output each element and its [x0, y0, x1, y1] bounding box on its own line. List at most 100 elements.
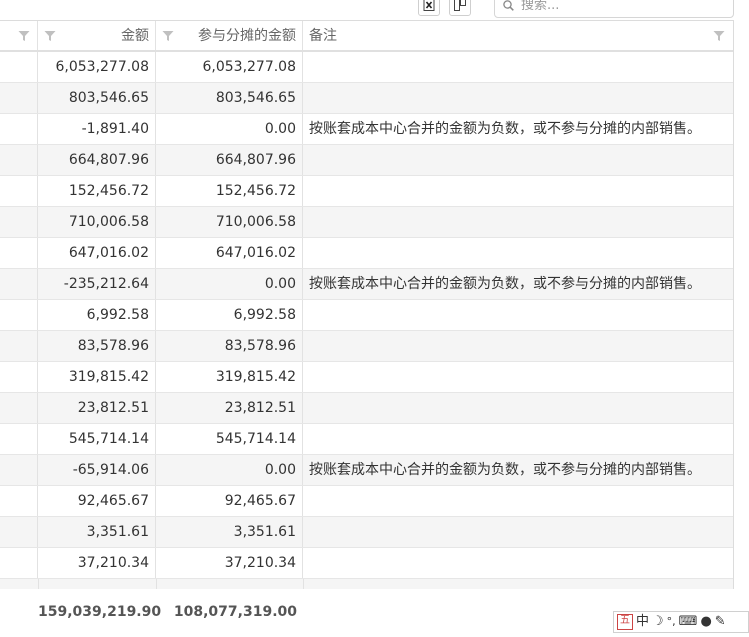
row-selector-cell[interactable] [0, 145, 38, 175]
row-selector-cell[interactable] [0, 207, 38, 237]
row-selector-cell[interactable] [0, 424, 38, 454]
cell-amount[interactable]: 647,016.02 [38, 238, 156, 268]
table-row[interactable]: 319,815.42 319,815.42 [0, 362, 733, 393]
row-selector-cell[interactable] [0, 269, 38, 299]
cell-amount[interactable]: 83,578.96 [38, 331, 156, 361]
row-selector-cell[interactable] [0, 486, 38, 516]
table-row[interactable]: 3,351.61 3,351.61 [0, 517, 733, 548]
cell-remark[interactable] [303, 207, 733, 237]
row-selector-cell[interactable] [0, 362, 38, 392]
row-selector-cell[interactable] [0, 455, 38, 485]
table-row[interactable]: 152,456.72 152,456.72 [0, 176, 733, 207]
table-row[interactable]: 664,807.96 664,807.96 [0, 145, 733, 176]
cell-allocated-amount[interactable]: 152,456.72 [156, 176, 303, 206]
moon-icon[interactable]: ☽ [652, 613, 664, 631]
cell-allocated-amount[interactable]: 92,465.67 [156, 486, 303, 516]
cell-allocated-amount[interactable]: 0.00 [156, 269, 303, 299]
table-row[interactable]: 6,992.58 6,992.58 [0, 300, 733, 331]
cell-remark[interactable] [303, 548, 733, 578]
table-row[interactable]: -235,212.64 0.00 按账套成本中心合并的金额为负数，或不参与分摊的内部… [0, 269, 733, 300]
row-selector-cell[interactable] [0, 548, 38, 578]
cell-amount[interactable]: 803,546.65 [38, 83, 156, 113]
cell-remark[interactable] [303, 424, 733, 454]
cell-amount[interactable]: 6,992.58 [38, 300, 156, 330]
cell-allocated-amount[interactable]: 319,815.42 [156, 362, 303, 392]
filter-icon[interactable] [44, 30, 56, 42]
punctuation-icon[interactable]: °, [667, 613, 676, 631]
cell-allocated-amount[interactable]: 664,807.96 [156, 145, 303, 175]
row-selector-cell[interactable] [0, 331, 38, 361]
cell-allocated-amount[interactable]: 6,992.58 [156, 300, 303, 330]
cell-allocated-amount[interactable]: 803,546.65 [156, 83, 303, 113]
ime-mode[interactable]: 中 [636, 613, 649, 631]
cell-allocated-amount[interactable]: 0.00 [156, 455, 303, 485]
cell-remark[interactable] [303, 517, 733, 547]
cell-amount[interactable]: -235,212.64 [38, 269, 156, 299]
cell-remark[interactable]: 按账套成本中心合并的金额为负数，或不参与分摊的内部销售。 [303, 455, 733, 485]
column-chooser-button[interactable] [449, 0, 471, 16]
cell-allocated-amount[interactable]: 647,016.02 [156, 238, 303, 268]
wrench-icon[interactable]: ✎ [715, 613, 726, 631]
keyboard-icon[interactable]: ⌨ [679, 613, 698, 631]
ime-toolbar[interactable]: 五 中 ☽ °, ⌨ ● ✎ [613, 611, 749, 633]
cell-amount[interactable]: 664,807.96 [38, 145, 156, 175]
cell-amount[interactable]: -1,891.40 [38, 114, 156, 144]
table-row[interactable]: 545,714.14 545,714.14 [0, 424, 733, 455]
row-selector-cell[interactable] [0, 83, 38, 113]
cell-amount[interactable]: 152,456.72 [38, 176, 156, 206]
cell-amount[interactable]: 319,815.42 [38, 362, 156, 392]
cell-amount[interactable]: -65,914.06 [38, 455, 156, 485]
filter-icon[interactable] [713, 30, 725, 42]
table-row[interactable]: 37,210.34 37,210.34 [0, 548, 733, 579]
filter-icon[interactable] [162, 30, 174, 42]
cell-allocated-amount[interactable]: 710,006.58 [156, 207, 303, 237]
table-row[interactable]: -65,914.06 0.00 按账套成本中心合并的金额为负数，或不参与分摊的内部销… [0, 455, 733, 486]
cell-remark[interactable] [303, 176, 733, 206]
row-selector-cell[interactable] [0, 300, 38, 330]
cell-remark[interactable] [303, 362, 733, 392]
cell-remark[interactable] [303, 300, 733, 330]
row-selector-cell[interactable] [0, 238, 38, 268]
cell-amount[interactable]: 3,351.61 [38, 517, 156, 547]
user-icon[interactable]: ● [700, 613, 711, 631]
cell-amount[interactable]: 37,210.34 [38, 548, 156, 578]
table-row[interactable]: -1,891.40 0.00 按账套成本中心合并的金额为负数，或不参与分摊的内部销售… [0, 114, 733, 145]
cell-remark[interactable]: 按账套成本中心合并的金额为负数，或不参与分摊的内部销售。 [303, 114, 733, 144]
header-cell-allocated[interactable]: 参与分摊的金额 [156, 21, 303, 50]
table-row[interactable]: 92,465.67 92,465.67 [0, 486, 733, 517]
cell-remark[interactable] [303, 52, 733, 82]
search-box[interactable] [494, 0, 734, 18]
cell-allocated-amount[interactable]: 3,351.61 [156, 517, 303, 547]
cell-allocated-amount[interactable]: 23,812.51 [156, 393, 303, 423]
cell-amount[interactable]: 6,053,277.08 [38, 52, 156, 82]
cell-allocated-amount[interactable]: 0.00 [156, 114, 303, 144]
row-selector-cell[interactable] [0, 517, 38, 547]
cell-remark[interactable] [303, 238, 733, 268]
filter-icon[interactable] [18, 30, 30, 42]
search-input[interactable] [519, 0, 723, 15]
export-excel-button[interactable] [418, 0, 440, 16]
row-selector-cell[interactable] [0, 114, 38, 144]
row-selector-cell[interactable] [0, 52, 38, 82]
cell-remark[interactable] [303, 145, 733, 175]
cell-remark[interactable] [303, 83, 733, 113]
cell-allocated-amount[interactable]: 83,578.96 [156, 331, 303, 361]
table-row[interactable]: 710,006.58 710,006.58 [0, 207, 733, 238]
table-row[interactable]: 83,578.96 83,578.96 [0, 331, 733, 362]
header-cell-remark[interactable]: 备注 [303, 21, 733, 50]
table-row[interactable]: 647,016.02 647,016.02 [0, 238, 733, 269]
cell-amount[interactable]: 545,714.14 [38, 424, 156, 454]
cell-remark[interactable] [303, 331, 733, 361]
table-row[interactable]: 803,546.65 803,546.65 [0, 83, 733, 114]
cell-remark[interactable] [303, 486, 733, 516]
row-selector-cell[interactable] [0, 176, 38, 206]
cell-allocated-amount[interactable]: 6,053,277.08 [156, 52, 303, 82]
header-cell-amount[interactable]: 金额 [38, 21, 156, 50]
cell-amount[interactable]: 710,006.58 [38, 207, 156, 237]
cell-remark[interactable]: 按账套成本中心合并的金额为负数，或不参与分摊的内部销售。 [303, 269, 733, 299]
table-row[interactable]: 6,053,277.08 6,053,277.08 [0, 52, 733, 83]
cell-allocated-amount[interactable]: 545,714.14 [156, 424, 303, 454]
table-row[interactable]: 23,812.51 23,812.51 [0, 393, 733, 424]
cell-allocated-amount[interactable]: 37,210.34 [156, 548, 303, 578]
row-selector-cell[interactable] [0, 393, 38, 423]
